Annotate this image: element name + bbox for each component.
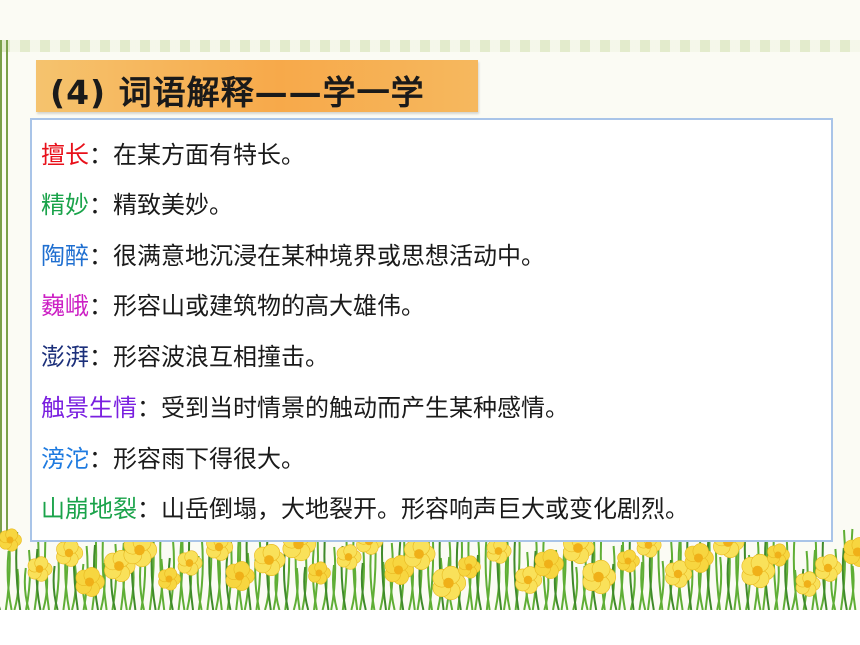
term-5: 澎湃: [41, 343, 89, 371]
flower: [27, 556, 53, 582]
term-1: 擅长: [41, 141, 89, 169]
title-banner: (4) 词语解释——学一学: [36, 60, 478, 112]
term-8: 山崩地裂: [41, 495, 137, 523]
entry-6: 触景生情：受到当时情景的触动而产生某种感情。: [41, 393, 569, 423]
term-4: 巍峨: [41, 292, 89, 320]
flower: [225, 561, 255, 591]
entry-2: 精妙：精致美妙。: [41, 190, 233, 220]
definition-4: 形容山或建筑物的高大雄伟。: [113, 292, 425, 320]
term-6: 触景生情: [41, 394, 137, 422]
separator: ：: [89, 445, 113, 473]
definition-6: 受到当时情景的触动而产生某种感情。: [161, 394, 569, 422]
entry-4: 巍峨：形容山或建筑物的高大雄伟。: [41, 291, 425, 321]
flower: [56, 539, 84, 567]
flower: [582, 559, 617, 595]
top-border-decoration: [0, 40, 860, 52]
term-7: 滂沱: [41, 445, 89, 473]
slide: (4) 词语解释——学一学 擅长：在某方面有特长。 精妙：精致美妙。 陶醉：很满…: [0, 0, 860, 610]
slide-title: (4) 词语解释——学一学: [50, 73, 425, 112]
flower: [75, 567, 105, 597]
definition-8: 山岳倒塌，大地裂开。形容响声巨大或变化剧烈。: [161, 495, 689, 523]
separator: ：: [89, 242, 113, 270]
separator: ：: [137, 495, 161, 523]
definition-1: 在某方面有特长。: [113, 141, 305, 169]
definition-5: 形容波浪互相撞击。: [113, 343, 329, 371]
separator: ：: [89, 141, 113, 169]
term-3: 陶醉: [41, 242, 89, 270]
definition-7: 形容雨下得很大。: [113, 445, 305, 473]
flower: [404, 537, 436, 571]
entry-7: 滂沱：形容雨下得很大。: [41, 444, 305, 474]
separator: ：: [89, 343, 113, 371]
separator: ：: [89, 292, 113, 320]
separator: ：: [89, 191, 113, 219]
flower: [815, 554, 843, 582]
definition-3: 很满意地沉浸在某种境界或思想活动中。: [113, 242, 545, 270]
flower: [843, 537, 860, 567]
entry-1: 擅长：在某方面有特长。: [41, 140, 305, 170]
entry-3: 陶醉：很满意地沉浸在某种境界或思想活动中。: [41, 241, 545, 271]
flower: [534, 549, 564, 579]
definition-2: 精致美妙。: [113, 191, 233, 219]
flower: [158, 567, 181, 591]
separator: ：: [137, 394, 161, 422]
term-2: 精妙: [41, 191, 89, 219]
flower: [617, 549, 640, 573]
flower: [0, 528, 22, 552]
definitions-box: 擅长：在某方面有特长。 精妙：精致美妙。 陶醉：很满意地沉浸在某种境界或思想活动…: [30, 118, 833, 542]
left-border-decoration: [0, 40, 8, 540]
flower: [254, 543, 286, 577]
entry-5: 澎湃：形容波浪互相撞击。: [41, 342, 329, 372]
entry-8: 山崩地裂：山岳倒塌，大地裂开。形容响声巨大或变化剧烈。: [41, 494, 689, 524]
